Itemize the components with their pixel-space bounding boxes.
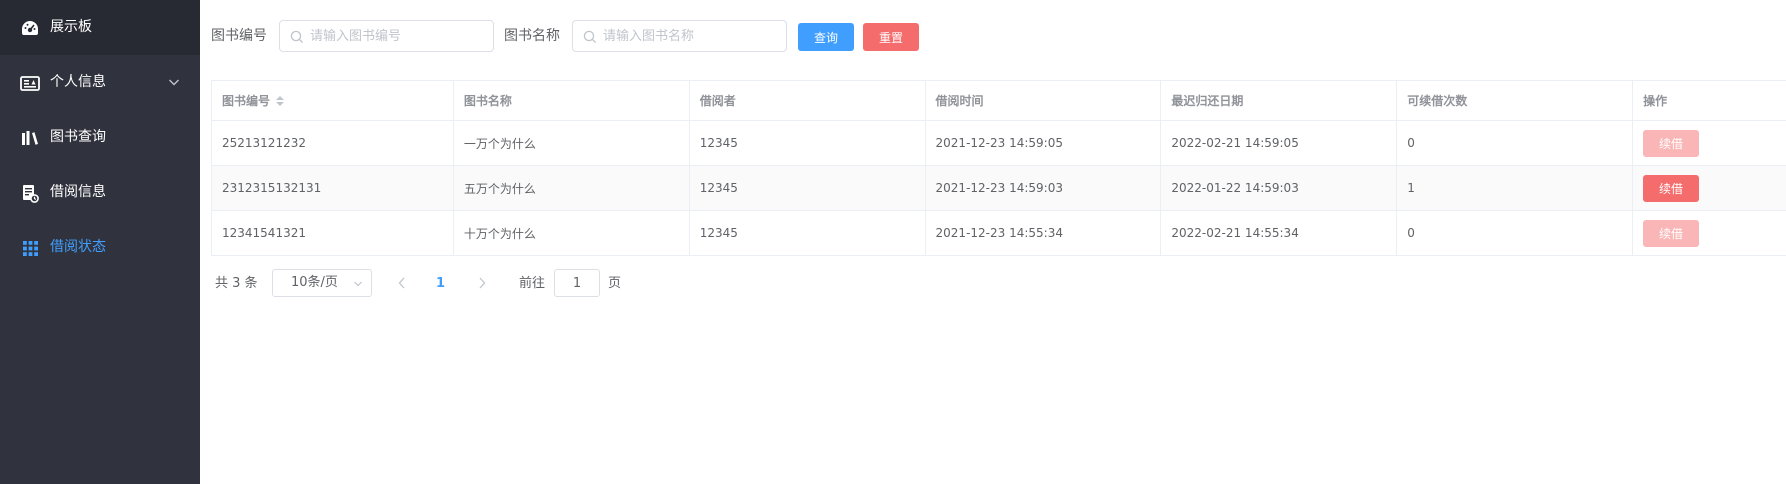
cell-borrower: 12345 [690,166,926,210]
table-row: 12341541321 十万个为什么 12345 2021-12-23 14:5… [212,211,1786,256]
sidebar-item-label: 借阅状态 [50,239,106,255]
header-cell-book-name: 图书名称 [454,81,690,120]
cell-renew-count: 0 [1397,121,1634,165]
cell-due-date: 2022-02-21 14:59:05 [1161,121,1398,165]
book-id-input[interactable] [310,21,490,51]
cell-due-date: 2022-01-22 14:59:03 [1161,166,1398,210]
page-suffix-label: 页 [608,276,622,291]
cell-borrow-time: 2021-12-23 14:55:34 [926,211,1162,255]
header-cell-due-date: 最迟归还日期 [1161,81,1398,120]
renew-button[interactable]: 续借 [1643,219,1700,247]
header-cell-book-id[interactable]: 图书编号 [212,81,454,120]
cell-book-name: 五万个为什么 [454,166,690,210]
sidebar-item-label: 图书查询 [50,129,106,145]
sidebar-item-label: 个人信息 [50,74,106,90]
cell-action: 续借 [1633,211,1786,255]
sidebar-item-borrow-info[interactable]: 借阅信息 [0,165,200,220]
sidebar-item-dashboard[interactable]: 展示板 [0,0,200,55]
sidebar: 展示板 个人信息 图书查询 借阅信息 借阅状态 [0,0,200,484]
header-cell-renew-count: 可续借次数 [1397,81,1634,120]
goto-label: 前往 [519,276,546,291]
cell-book-id: 25213121232 [212,121,454,165]
dashboard-icon [20,18,40,38]
borrow-record-icon [20,183,40,203]
cell-due-date: 2022-02-21 14:55:34 [1161,211,1398,255]
cell-book-id: 12341541321 [212,211,454,255]
book-name-input[interactable] [603,21,783,51]
books-icon [20,128,40,148]
reset-button[interactable]: 重置 [863,23,919,51]
sort-icon[interactable] [276,95,285,106]
book-name-label: 图书名称 [504,28,560,44]
sidebar-item-label: 展示板 [50,19,92,35]
renew-button[interactable]: 续借 [1643,174,1700,202]
table-header-row: 图书编号 图书名称 借阅者 借阅时间 最迟归还日期 可续借次数 操作 [212,81,1786,121]
sidebar-item-personal-info[interactable]: 个人信息 [0,55,200,110]
cell-action: 续借 [1633,166,1786,210]
cell-book-name: 一万个为什么 [454,121,690,165]
borrow-status-table: 图书编号 图书名称 借阅者 借阅时间 最迟归还日期 可续借次数 操作 25213… [211,80,1786,256]
sidebar-item-book-search[interactable]: 图书查询 [0,110,200,165]
query-button[interactable]: 查询 [798,23,854,51]
page-size-value: 10条/页 [291,275,338,290]
header-label: 图书编号 [222,94,271,108]
search-icon [290,30,304,44]
header-cell-borrower: 借阅者 [690,81,926,120]
header-cell-action: 操作 [1643,94,1668,108]
cell-borrower: 12345 [690,211,926,255]
cell-borrow-time: 2021-12-23 14:59:05 [926,121,1162,165]
current-page-number[interactable]: 1 [436,270,446,298]
cell-borrower: 12345 [690,121,926,165]
chevron-down-icon [353,278,363,288]
cell-book-id: 2312315132131 [212,166,454,210]
cell-renew-count: 0 [1397,211,1634,255]
renew-button[interactable]: 续借 [1643,129,1700,157]
header-cell-borrow-time: 借阅时间 [926,81,1162,120]
prev-page-button[interactable] [395,275,409,291]
book-id-search-box[interactable] [279,20,494,52]
chevron-down-icon[interactable] [168,76,180,88]
goto-page-input[interactable] [554,269,600,297]
pagination-total: 共 3 条 [215,276,258,291]
cell-book-name: 十万个为什么 [454,211,690,255]
id-card-icon [20,73,40,93]
book-id-label: 图书编号 [211,28,267,44]
cell-borrow-time: 2021-12-23 14:59:03 [926,166,1162,210]
table-row: 2312315132131 五万个为什么 12345 2021-12-23 14… [212,166,1786,211]
book-name-search-box[interactable] [572,20,787,52]
sidebar-item-borrow-status[interactable]: 借阅状态 [0,220,200,275]
cell-action: 续借 [1633,121,1786,165]
table-row: 25213121232 一万个为什么 12345 2021-12-23 14:5… [212,121,1786,166]
search-icon [583,30,597,44]
grid-icon [20,238,40,258]
page-size-select[interactable]: 10条/页 [272,269,372,297]
cell-renew-count: 1 [1397,166,1634,210]
sidebar-item-label: 借阅信息 [50,184,106,200]
next-page-button[interactable] [475,275,489,291]
